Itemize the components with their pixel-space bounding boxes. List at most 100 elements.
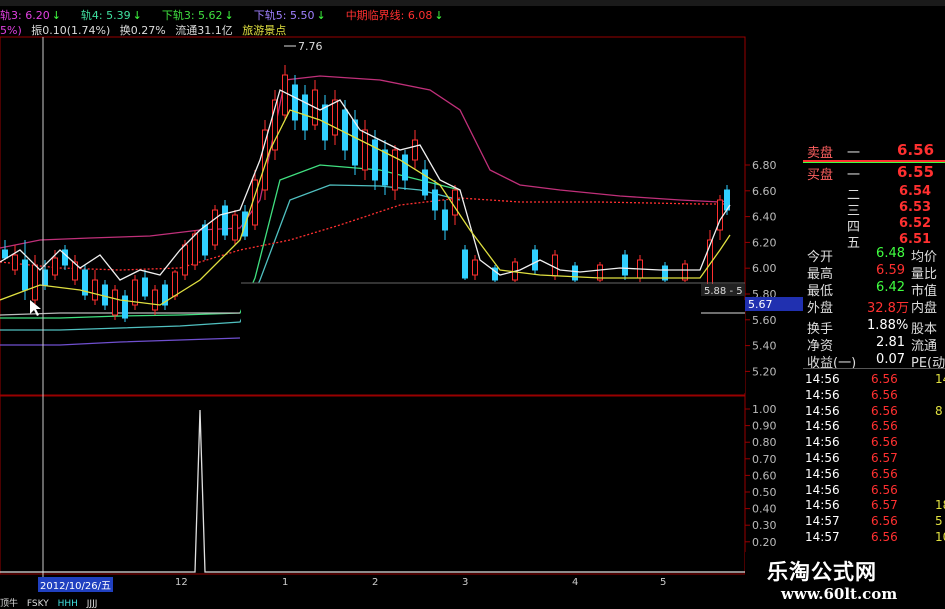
stat-row: 最高 6.59 量比: [803, 263, 945, 282]
month-label: 3: [462, 577, 469, 588]
price-axis-label: 6.00: [752, 262, 777, 275]
tick-price: 6.56: [871, 466, 898, 481]
month-label: 2: [372, 577, 379, 588]
tick-volume: 18: [935, 498, 945, 513]
price-axis-label: 6.60: [752, 185, 777, 198]
site-watermark: 乐淘公式网 www.60lt.com: [745, 552, 945, 609]
price-axis-label: 5.60: [752, 314, 777, 327]
tab-jjjj[interactable]: JJJJ: [87, 599, 98, 609]
candle-body: [442, 209, 448, 231]
candle-body: [92, 279, 98, 301]
tick-price: 6.57: [871, 498, 898, 513]
tick-price: 6.56: [871, 482, 898, 497]
price-axis-label: 6.80: [752, 159, 777, 172]
lower-band-5-line: [0, 337, 241, 346]
tick-time: 14:56: [805, 498, 840, 513]
tick-time: 14:56: [805, 435, 840, 450]
stat-extra-label: 内盘: [911, 301, 938, 316]
tick-volume: 8: [935, 403, 943, 418]
bid-row[interactable]: 买盘 一 6.55: [803, 163, 945, 183]
tick-volume: 14: [935, 372, 945, 386]
candle-body: [282, 74, 288, 116]
candle-body: [2, 249, 8, 259]
candle-body: [382, 149, 388, 186]
tick-price: 6.56: [871, 387, 898, 402]
candle-body: [202, 224, 208, 256]
candle-body: [122, 295, 128, 319]
bid-level-row[interactable]: 三 6.53: [803, 200, 945, 219]
critical-line: [0, 197, 730, 271]
tick-row: 14:56 6.57 18: [803, 498, 945, 514]
candle-body: [232, 214, 238, 241]
cursor-price-left: 5.88 - 5: [704, 286, 743, 297]
tab-fsky[interactable]: FSKY: [27, 599, 49, 609]
candle-body: [52, 257, 58, 276]
volume-axis-label: 0.50: [752, 486, 777, 499]
cursor-price-value: 5.67: [748, 298, 773, 311]
month-label: 5: [660, 577, 667, 588]
candle-body: [572, 265, 578, 281]
level-price: 6.54: [899, 184, 932, 199]
tick-price: 6.56: [871, 403, 898, 418]
indicator-tabs: 顶牛 FSKY HHH JJJJ: [0, 596, 745, 609]
tab-hhh[interactable]: HHH: [58, 599, 78, 609]
level-price: 6.52: [899, 216, 932, 231]
level-price: 6.51: [899, 232, 932, 247]
price-axis-label: 6.20: [752, 236, 777, 249]
tick-time: 14:56: [805, 482, 840, 497]
bid-level-row[interactable]: 四 6.52: [803, 216, 945, 235]
stat-value: 6.42: [876, 280, 905, 295]
volume-pane-frame: [0, 395, 746, 575]
cursor-date-tag: 2012/10/26/五: [38, 577, 114, 592]
bid-level-row[interactable]: 二 6.54: [803, 184, 945, 203]
candle-body: [622, 254, 628, 276]
month-label: 4: [572, 577, 579, 588]
tick-price: 6.56: [871, 514, 898, 529]
stat-value: 1.88%: [867, 318, 909, 333]
ma-white-line: [0, 89, 731, 281]
ask-level: 一: [847, 146, 861, 161]
quote-panel: 卖盘 一 6.56 买盘 一 6.55 二 6.54 三 6.53 四 6.52 五 6.51…: [803, 140, 945, 550]
tick-row: 14:56 6.56: [803, 419, 945, 435]
candle-body: [192, 233, 198, 266]
candle-body: [352, 119, 358, 166]
stat-value: 0.07: [876, 352, 905, 367]
tick-time: 14:56: [805, 451, 840, 465]
tick-row: 14:56 6.56 8: [803, 404, 945, 420]
tick-time: 14:56: [805, 466, 840, 481]
candle-body: [252, 179, 258, 226]
candle-body: [182, 244, 188, 276]
tab-dingniu[interactable]: 顶牛: [0, 599, 18, 609]
stat-value: 6.48: [876, 246, 905, 261]
month-label: 12: [175, 577, 188, 588]
candle-body: [102, 284, 108, 306]
volume-axis-label: 0.60: [752, 469, 777, 482]
candle-body: [32, 264, 38, 301]
price-axis-label: 6.40: [752, 211, 777, 224]
candle-body: [412, 139, 418, 161]
volume-axis-label: 0.40: [752, 503, 777, 516]
candle-body: [212, 209, 218, 246]
candle-body: [332, 99, 338, 136]
ask-label: 卖盘: [807, 146, 834, 161]
tick-price: 6.56: [871, 372, 898, 386]
tick-time: 14:57: [805, 530, 840, 544]
time-axis: 2012/10/26/五 12 1 2 3 4 5: [0, 577, 745, 592]
candlestick-chart[interactable]: 6.806.606.406.206.005.805.605.405.201.00…: [0, 0, 803, 596]
ask-row[interactable]: 卖盘 一 6.56: [803, 141, 945, 161]
tick-row: 14:57 6.56 5: [803, 514, 945, 530]
price-axis-label: 5.20: [752, 365, 777, 378]
stat-row: 最低 6.42 市值: [803, 280, 945, 299]
candle-body: [432, 189, 438, 211]
candle-body: [222, 205, 228, 236]
volume-axis-label: 0.70: [752, 453, 777, 466]
tick-row: 14:56 6.56: [803, 388, 945, 404]
candle-body: [172, 271, 178, 297]
candle-body: [532, 249, 538, 271]
stat-label: 外盘: [807, 301, 834, 316]
volume-axis-label: 1.00: [752, 403, 777, 416]
candle-body: [462, 249, 468, 279]
bid-price: 6.55: [897, 163, 935, 181]
candle-body: [362, 129, 368, 171]
tick-row: 14:56 6.56: [803, 483, 945, 499]
